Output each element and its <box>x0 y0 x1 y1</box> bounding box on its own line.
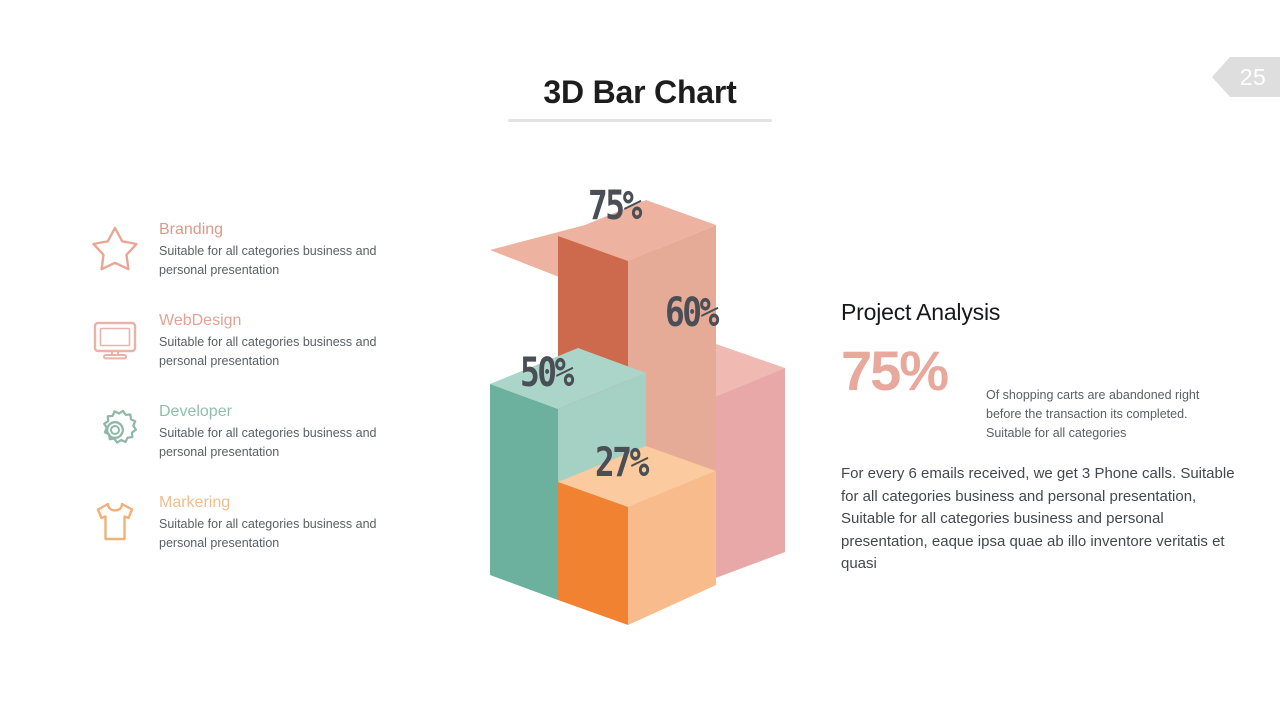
list-item[interactable]: Branding Suitable for all categories bus… <box>90 219 410 310</box>
title-underline-divider <box>508 119 772 122</box>
list-item-description: Suitable for all categories business and… <box>159 335 377 368</box>
list-item-text: Markering Suitable for all categories bu… <box>159 492 409 553</box>
monitor-icon <box>90 314 140 364</box>
list-item-description: Suitable for all categories business and… <box>159 517 377 550</box>
list-item-text: WebDesign Suitable for all categories bu… <box>159 310 409 371</box>
page-number-badge: 25 <box>1212 57 1280 97</box>
list-item-title: Developer <box>159 403 232 420</box>
legend-list: Branding Suitable for all categories bus… <box>90 219 410 583</box>
page-title-text: 3D Bar Chart <box>543 74 737 110</box>
list-item[interactable]: Developer Suitable for all categories bu… <box>90 401 410 492</box>
chart-svg <box>490 200 785 625</box>
project-analysis-panel: Project Analysis 75% Of shopping carts a… <box>841 297 1241 576</box>
stat-description: Of shopping carts are abandoned right be… <box>986 388 1200 440</box>
page-number-label: 25 <box>1239 63 1267 90</box>
bar-label-developer: 50% <box>520 350 574 396</box>
stat-row: 75% Of shopping carts are abandoned righ… <box>841 338 1241 440</box>
chart-3d-bar: 75% 60% 50% 27% <box>470 170 810 640</box>
gear-icon <box>90 405 140 455</box>
list-item[interactable]: Markering Suitable for all categories bu… <box>90 492 410 583</box>
star-icon <box>90 223 140 273</box>
list-item-text: Branding Suitable for all categories bus… <box>159 219 409 280</box>
list-item[interactable]: WebDesign Suitable for all categories bu… <box>90 310 410 401</box>
panel-heading: Project Analysis <box>841 299 1001 325</box>
bar-developer-front <box>490 384 558 600</box>
list-item-text: Developer Suitable for all categories bu… <box>159 401 409 462</box>
bar-label-branding: 75% <box>588 183 642 229</box>
bar-label-webdesign: 60% <box>665 290 719 336</box>
bar-markering-front <box>558 482 628 625</box>
bar-label-markering: 27% <box>595 440 649 486</box>
list-item-description: Suitable for all categories business and… <box>159 244 377 277</box>
list-item-title: Markering <box>159 494 231 511</box>
page-title: 3D Bar Chart <box>440 72 840 112</box>
list-item-title: WebDesign <box>159 312 242 329</box>
panel-paragraph: For every 6 emails received, we get 3 Ph… <box>841 465 1235 572</box>
tshirt-icon <box>90 496 140 546</box>
list-item-title: Branding <box>159 221 224 238</box>
list-item-description: Suitable for all categories business and… <box>159 426 377 459</box>
stat-value: 75% <box>841 339 949 402</box>
